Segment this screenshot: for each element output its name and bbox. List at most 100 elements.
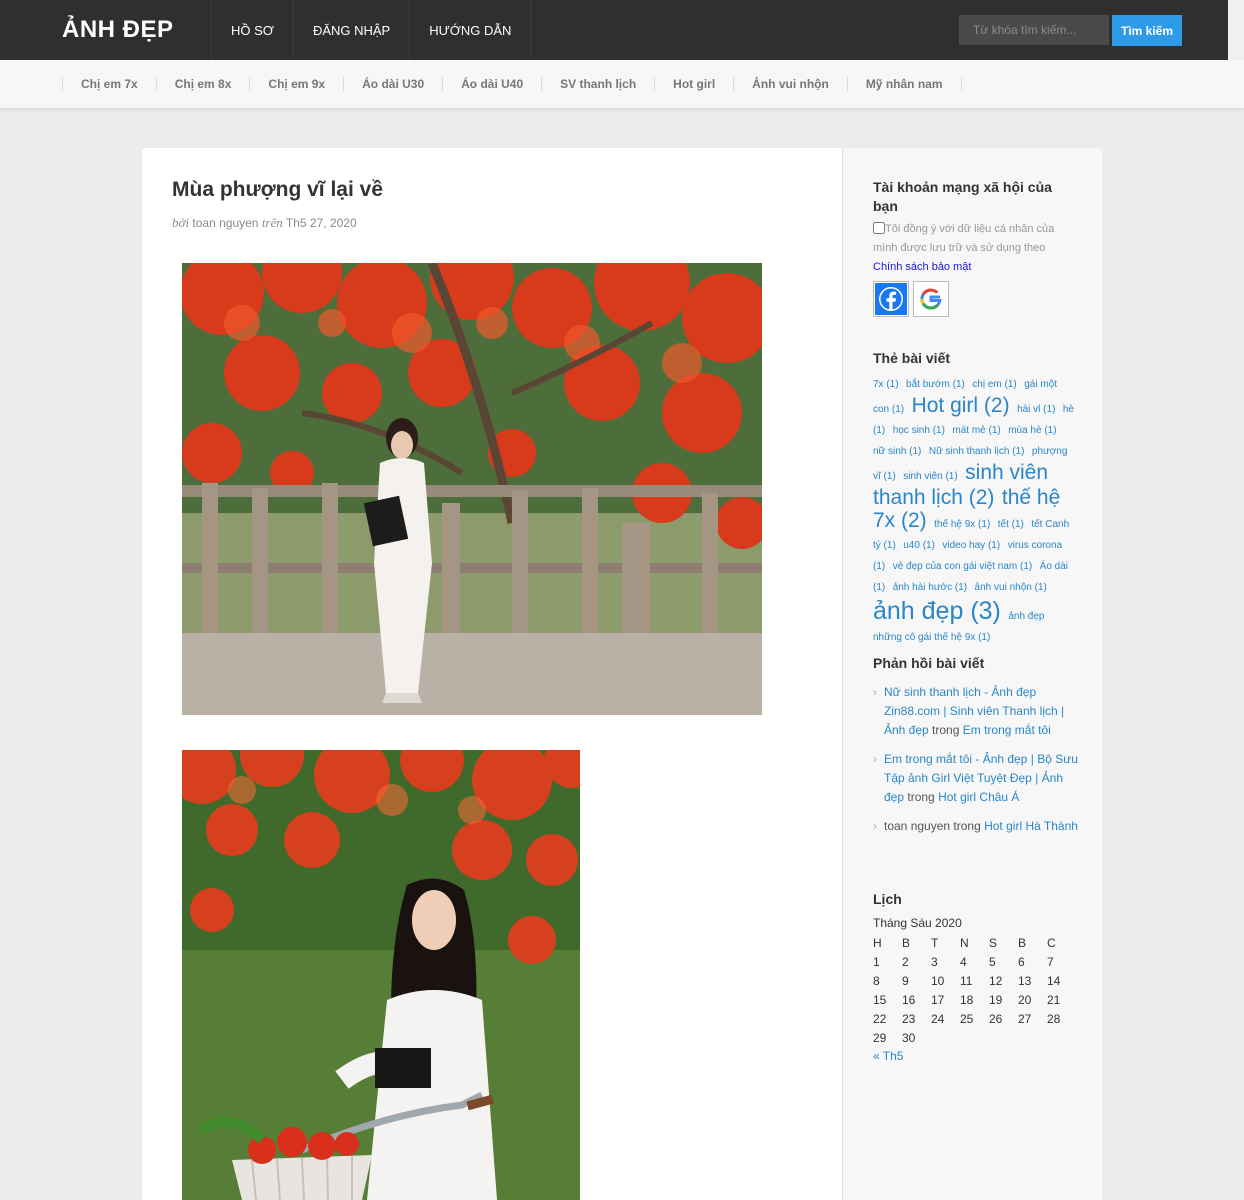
- tag-link[interactable]: hài vl (1): [1017, 404, 1055, 415]
- post-meta: bởi toan nguyen trên Th5 27, 2020: [172, 215, 357, 231]
- calendar-day: 14: [1047, 973, 1061, 988]
- calendar-weekday: C: [1047, 935, 1056, 950]
- calendar-week: 22 23 24 25 26 27 28: [873, 1009, 1076, 1028]
- post-image-bicycle[interactable]: [182, 750, 580, 1200]
- tag-link[interactable]: nữ sinh (1): [873, 446, 921, 457]
- tag-link[interactable]: bắt bướm (1): [906, 379, 965, 390]
- consent-checkbox[interactable]: [873, 222, 885, 234]
- tag-link[interactable]: thế hệ 9x (1): [934, 519, 990, 530]
- social-login-title: Tài khoản mạng xã hội của bạn: [873, 179, 1052, 214]
- google-icon: [920, 288, 942, 310]
- calendar-day: 2: [902, 954, 909, 969]
- calendar-day: 18: [960, 992, 974, 1007]
- recent-comments-title: Phản hồi bài viết: [873, 655, 985, 671]
- comment-author: toan nguyen: [884, 819, 951, 833]
- calendar-day: 9: [902, 973, 909, 988]
- site-logo[interactable]: ẢNH ĐẸP: [62, 16, 174, 44]
- category-chi-em-8x[interactable]: Chị em 8x: [155, 77, 250, 91]
- tag-link[interactable]: mát mẻ (1): [952, 425, 1000, 436]
- meta-on: trên: [261, 215, 283, 230]
- calendar-day: 19: [989, 992, 1003, 1007]
- calendar-day: 7: [1047, 954, 1054, 969]
- comment-item: Em trong mắt tôi - Ảnh đẹp | Bộ Sưu Tập …: [873, 750, 1078, 807]
- post-article: Mùa phượng vĩ lại về bởi toan nguyen trê…: [142, 148, 842, 1200]
- category-sv-thanh-lich[interactable]: SV thanh lịch: [541, 77, 654, 91]
- category-chi-em-7x[interactable]: Chị em 7x: [62, 77, 156, 91]
- tag-link[interactable]: u40 (1): [903, 540, 935, 551]
- calendar-day: 30: [902, 1030, 916, 1045]
- calendar-header-row: HBTNSBC: [873, 933, 1076, 952]
- meta-by: bởi: [172, 215, 190, 230]
- calendar-weekday: B: [1018, 935, 1027, 950]
- tag-link[interactable]: video hay (1): [942, 540, 1000, 551]
- tag-link[interactable]: ảnh hài hước (1): [893, 582, 967, 593]
- scrollbar[interactable]: [1228, 0, 1244, 60]
- sidebar: Tài khoản mạng xã hội của bạn Tôi đồng ý…: [842, 148, 1102, 1200]
- calendar-day: 29: [873, 1030, 887, 1045]
- calendar-week: 8 9 10 11 12 13 14: [873, 971, 1076, 990]
- google-login-button[interactable]: [913, 281, 949, 317]
- calendar-week: 29 30: [873, 1028, 1076, 1047]
- calendar-day: 22: [873, 1011, 887, 1026]
- calendar-weekday: S: [989, 935, 998, 950]
- post-author[interactable]: toan nguyen: [192, 216, 258, 230]
- calendar-day: 26: [989, 1011, 1003, 1026]
- tag-link[interactable]: Nữ sinh thanh lịch (1): [929, 446, 1025, 457]
- search-input[interactable]: [959, 15, 1109, 45]
- calendar-day: 8: [873, 973, 880, 988]
- calendar-weekday: T: [931, 935, 939, 950]
- category-ao-dai-u40[interactable]: Áo dài U40: [442, 77, 541, 91]
- calendar-prev-month-link[interactable]: « Th5: [873, 1049, 903, 1063]
- tag-link[interactable]: sinh viên (1): [903, 471, 957, 482]
- facebook-login-button[interactable]: [873, 281, 909, 317]
- comment-item: Nữ sinh thanh lịch - Ảnh đẹp Zin88.com |…: [873, 683, 1078, 740]
- calendar-week: 1 2 3 4 5 6 7: [873, 952, 1076, 971]
- tag-link[interactable]: học sinh (1): [893, 425, 945, 436]
- calendar-table: H B T N S B C 1 2 3 4 5 6 7 8 9 10 11 12 13 14 15 16 17 18 19 20 21…: [873, 933, 1076, 1047]
- calendar-weekday: H: [873, 935, 882, 950]
- calendar-day: [960, 1028, 989, 1047]
- tag-link[interactable]: ảnh vui nhộn (1): [975, 582, 1047, 593]
- comment-post-link[interactable]: Em trong mắt tôi: [963, 723, 1051, 737]
- tag-link[interactable]: ảnh đẹp (3): [873, 597, 1001, 625]
- category-chi-em-9x[interactable]: Chị em 9x: [249, 77, 343, 91]
- category-ao-dai-u30[interactable]: Áo dài U30: [343, 77, 442, 91]
- comment-in-label: trong: [904, 790, 939, 804]
- nav-login[interactable]: ĐĂNG NHẬP: [294, 0, 411, 60]
- nav-profile[interactable]: HỒ SƠ: [212, 0, 294, 60]
- comment-post-link[interactable]: Hot girl Hà Thành: [984, 819, 1078, 833]
- calendar-caption: Tháng Sáu 2020: [873, 916, 962, 930]
- category-anh-vui-nhon[interactable]: Ảnh vui nhộn: [733, 77, 847, 91]
- calendar-day: 6: [1018, 954, 1025, 969]
- top-navbar: ẢNH ĐẸP HỒ SƠ ĐĂNG NHẬP HƯỚNG DẪN Tìm ki…: [0, 0, 1244, 60]
- tag-link[interactable]: mùa hè (1): [1008, 425, 1056, 436]
- calendar-week: 15 16 17 18 19 20 21: [873, 990, 1076, 1009]
- category-my-nhan-nam[interactable]: Mỹ nhân nam: [846, 77, 962, 91]
- comment-post-link[interactable]: Hot girl Châu Á: [938, 790, 1019, 804]
- calendar-day: 4: [960, 954, 967, 969]
- nav-guide[interactable]: HƯỚNG DẪN: [410, 0, 532, 60]
- search-button[interactable]: Tìm kiếm: [1112, 15, 1182, 46]
- calendar-day: 12: [989, 973, 1003, 988]
- post-image-bridge[interactable]: [182, 263, 762, 715]
- facebook-icon: [875, 283, 907, 315]
- tag-link[interactable]: vẻ đẹp của con gái việt nam (1): [893, 561, 1033, 572]
- post-date: Th5 27, 2020: [285, 216, 357, 230]
- tag-link[interactable]: chị em (1): [972, 379, 1016, 390]
- tag-link[interactable]: 7x (1): [873, 379, 899, 390]
- tag-link[interactable]: Hot girl (2): [912, 394, 1010, 417]
- calendar-day: [989, 1028, 1018, 1047]
- calendar-day: 23: [902, 1011, 916, 1026]
- post-title[interactable]: Mùa phượng vĩ lại về: [172, 178, 383, 202]
- calendar-day: [931, 1028, 960, 1047]
- calendar-day: 1: [873, 954, 880, 969]
- calendar-day: 13: [1018, 973, 1032, 988]
- tag-cloud: 7x (1) bắt bướm (1) chị em (1) gái một c…: [873, 373, 1075, 647]
- privacy-consent: Tôi đồng ý với dữ liệu cá nhân của mình …: [873, 220, 1073, 258]
- calendar-day: 25: [960, 1011, 974, 1026]
- comment-in-label: trong: [928, 723, 963, 737]
- category-hot-girl[interactable]: Hot girl: [654, 77, 733, 91]
- tag-link[interactable]: tết (1): [998, 519, 1024, 530]
- calendar-weekday: B: [902, 935, 911, 950]
- privacy-policy-link[interactable]: Chính sách bảo mật: [873, 261, 971, 273]
